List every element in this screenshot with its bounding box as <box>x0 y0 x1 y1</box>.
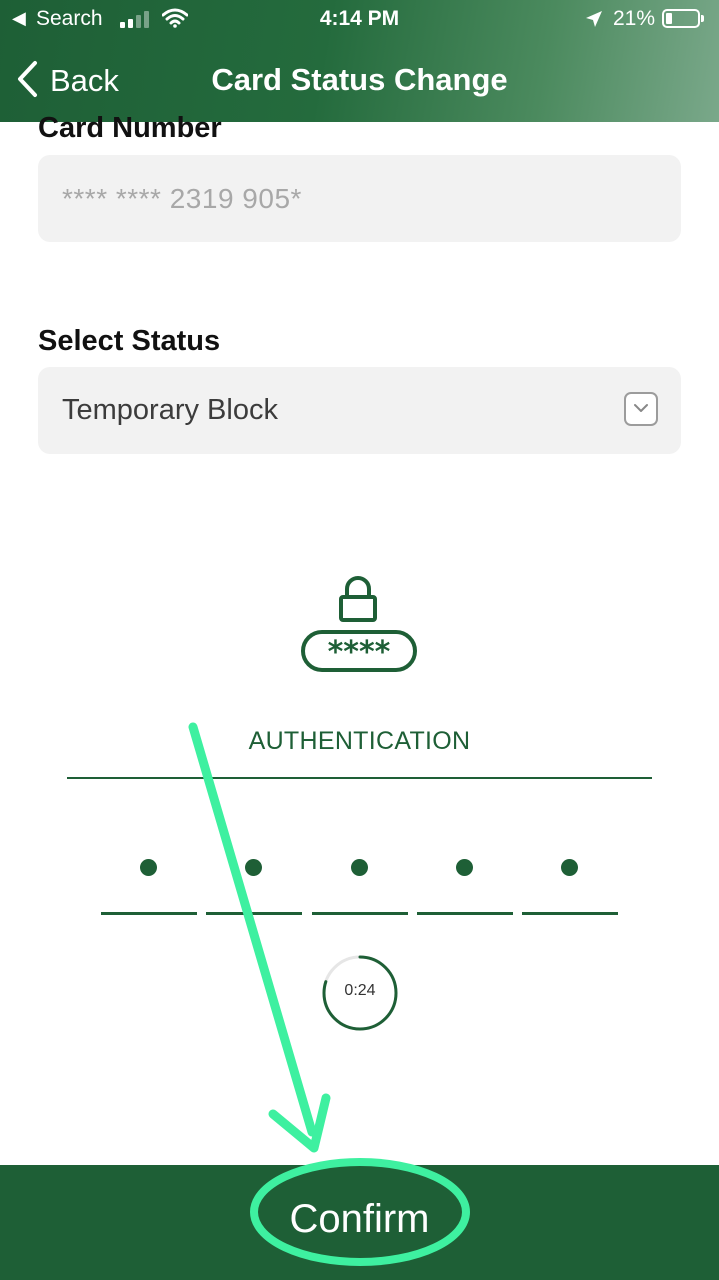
annotation-arrowhead <box>268 1093 331 1153</box>
otp-dot <box>140 859 157 876</box>
otp-dot <box>351 859 368 876</box>
status-bar: ◀ Search 4:14 PM 21% <box>0 0 719 40</box>
divider <box>67 777 652 779</box>
card-number-field: **** **** 2319 905* <box>38 155 681 242</box>
countdown-timer: 0:24 <box>320 953 400 1033</box>
confirm-button[interactable]: Confirm <box>0 1165 719 1280</box>
otp-digit-2[interactable] <box>206 855 302 915</box>
otp-digit-1[interactable] <box>101 855 197 915</box>
authentication-title: AUTHENTICATION <box>248 727 471 755</box>
otp-digit-5[interactable] <box>522 855 618 915</box>
battery-icon <box>662 9 704 28</box>
location-arrow-icon <box>584 9 604 35</box>
card-number-value: **** **** 2319 905* <box>62 183 302 214</box>
otp-underline <box>206 912 302 915</box>
page-title: Card Status Change <box>211 62 508 97</box>
annotation-arrow <box>188 722 317 1137</box>
otp-underline <box>417 912 513 915</box>
header-bar: ◀ Search 4:14 PM 21% Back Card Status Ch… <box>0 0 719 122</box>
otp-dot <box>245 859 262 876</box>
timer-text: 0:24 <box>344 982 376 999</box>
card-number-label: Card Number <box>38 112 222 144</box>
otp-dot <box>456 859 473 876</box>
clock: 4:14 PM <box>319 7 400 30</box>
status-selected-value: Temporary Block <box>62 394 278 426</box>
otp-digit-3[interactable] <box>312 855 408 915</box>
lock-password-icon: **** <box>300 575 418 680</box>
otp-underline <box>101 912 197 915</box>
otp-underline <box>522 912 618 915</box>
otp-digit-4[interactable] <box>417 855 513 915</box>
status-select[interactable]: Temporary Block <box>38 367 681 454</box>
select-status-label: Select Status <box>38 325 221 357</box>
svg-text:****: **** <box>328 635 391 670</box>
battery-percentage: 21% <box>613 7 656 30</box>
chevron-down-icon[interactable] <box>624 392 658 426</box>
otp-dot <box>561 859 578 876</box>
otp-underline <box>312 912 408 915</box>
confirm-button-label: Confirm <box>289 1197 430 1241</box>
